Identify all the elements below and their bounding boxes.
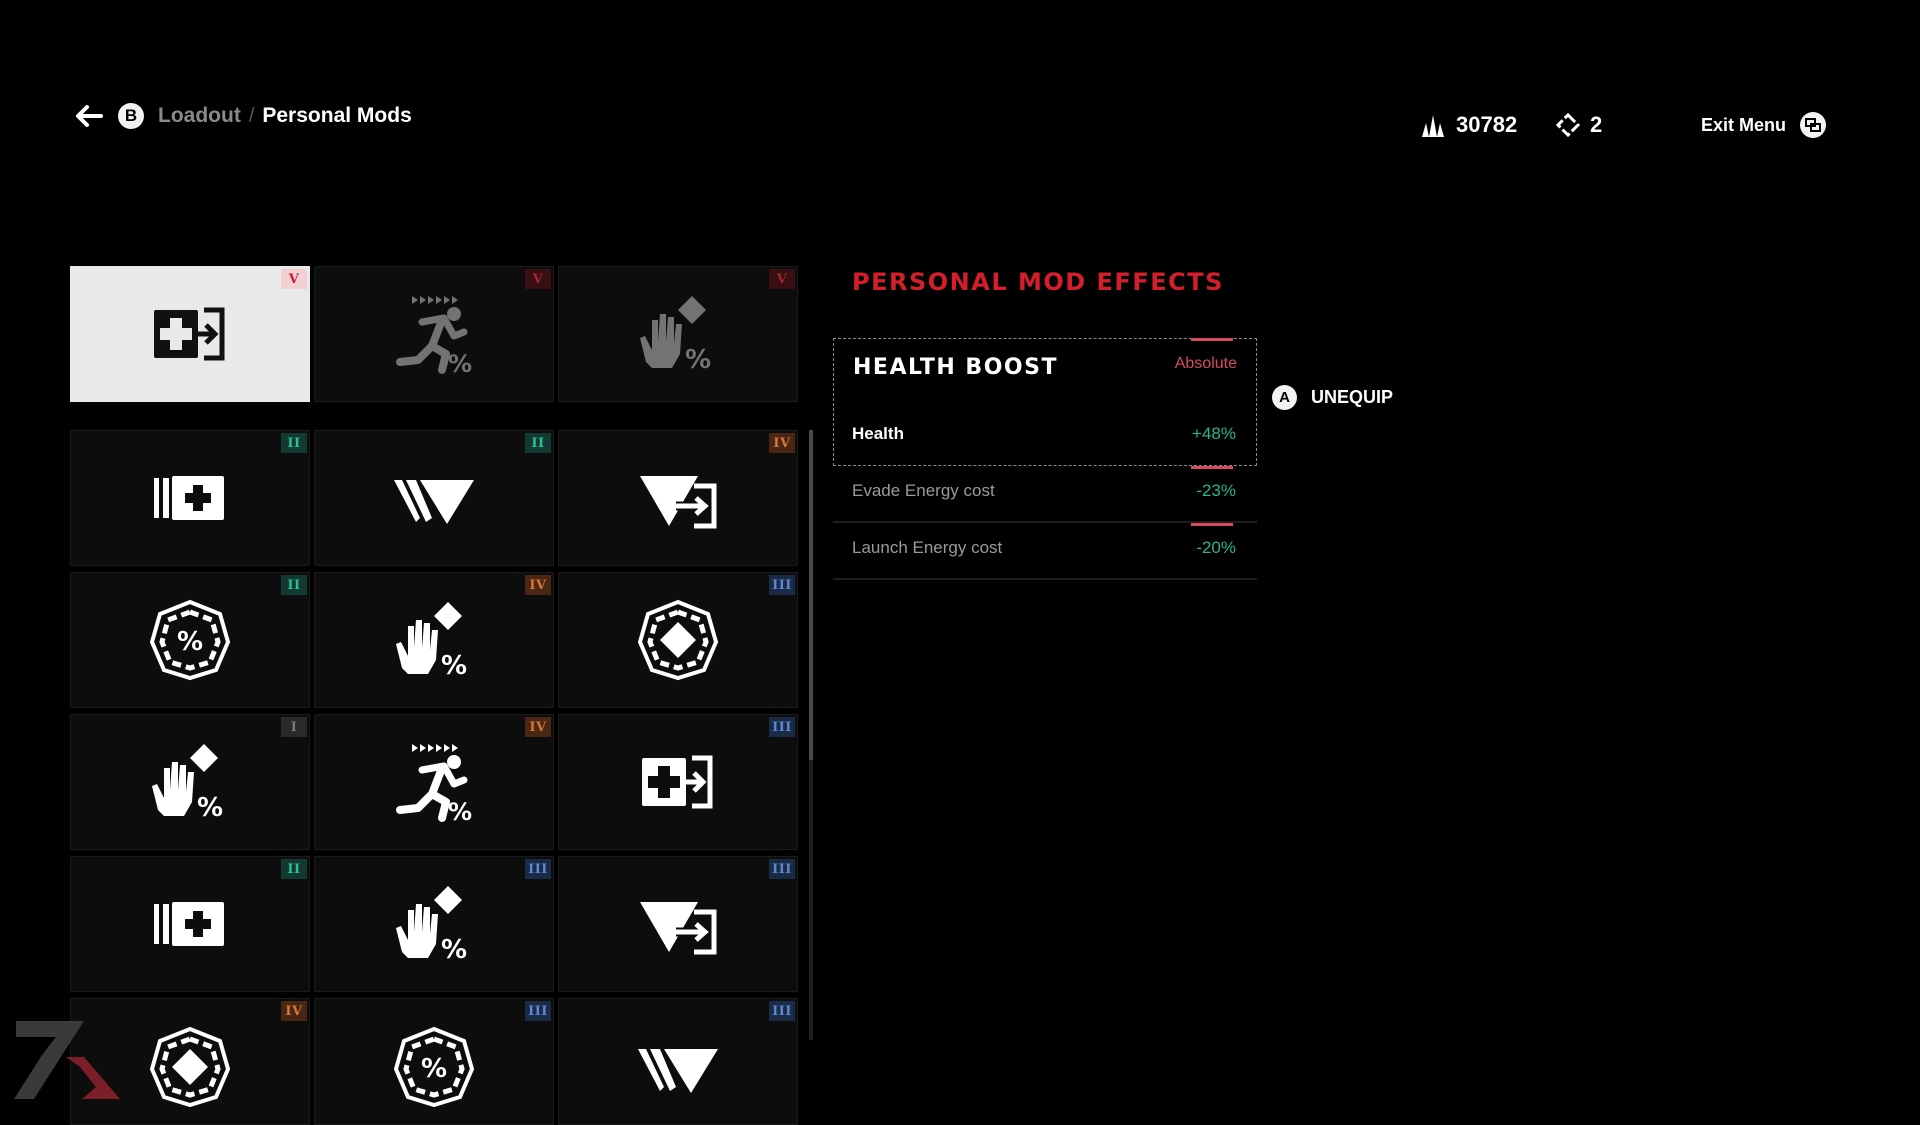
unequip-label: UNEQUIP bbox=[1311, 387, 1394, 407]
inventory-mod-tile[interactable]: III bbox=[314, 998, 554, 1125]
stat-marker bbox=[1191, 466, 1233, 469]
exit-menu-button[interactable]: Exit Menu bbox=[1701, 112, 1826, 138]
watermark-logo bbox=[14, 1021, 120, 1099]
sprint-percent-icon bbox=[392, 292, 476, 376]
evade-triangle-icon bbox=[636, 1025, 720, 1109]
inventory-mod-tile[interactable]: II bbox=[70, 856, 310, 992]
tier-badge: II bbox=[281, 433, 307, 453]
triangle-launch-icon bbox=[636, 456, 720, 540]
tier-badge: III bbox=[769, 575, 795, 595]
tier-badge: III bbox=[525, 1001, 551, 1021]
token-counter: 2 bbox=[1556, 112, 1602, 138]
scrollbar-thumb[interactable] bbox=[809, 430, 813, 760]
stat-label: Launch Energy cost bbox=[852, 538, 1003, 557]
tier-badge: IV bbox=[769, 433, 795, 453]
breadcrumb-current: Personal Mods bbox=[262, 104, 412, 127]
inventory-mod-tile[interactable]: I bbox=[70, 714, 310, 850]
stat-label: Health bbox=[852, 424, 904, 443]
breadcrumb: B Loadout / Personal Mods bbox=[74, 100, 412, 132]
inventory-mod-tile[interactable]: II bbox=[70, 572, 310, 708]
divider bbox=[833, 578, 1257, 580]
inventory-mod-tile[interactable]: III bbox=[558, 998, 798, 1125]
inventory-mod-tile[interactable]: IV bbox=[314, 714, 554, 850]
equipped-slot-2[interactable]: V bbox=[314, 266, 554, 402]
triangle-launch-icon bbox=[636, 882, 720, 966]
tier-badge: III bbox=[769, 717, 795, 737]
panel-title: PERSONAL MOD EFFECTS bbox=[852, 268, 1224, 296]
health-boost-icon bbox=[636, 740, 720, 824]
token-value: 2 bbox=[1590, 112, 1603, 137]
tier-badge: II bbox=[525, 433, 551, 453]
tier-badge: IV bbox=[281, 1001, 307, 1021]
tier-badge: III bbox=[769, 1001, 795, 1021]
tier-badge: V bbox=[525, 269, 551, 289]
tier-badge: V bbox=[281, 269, 307, 289]
percent-gear-icon bbox=[392, 1025, 476, 1109]
diamond-gear-icon bbox=[636, 598, 720, 682]
selected-mod-card: HEALTH BOOST Absolute bbox=[833, 338, 1257, 466]
inventory-scrollbar[interactable] bbox=[809, 430, 813, 1040]
back-arrow-icon[interactable] bbox=[74, 101, 104, 131]
grab-diamond-percent-icon bbox=[636, 292, 720, 376]
inventory-mod-tile[interactable]: III bbox=[558, 572, 798, 708]
breadcrumb-loadout[interactable]: Loadout bbox=[158, 104, 241, 128]
stat-value: -20% bbox=[1196, 538, 1236, 557]
stat-value: -23% bbox=[1196, 481, 1236, 500]
breadcrumb-separator: / bbox=[248, 104, 255, 127]
equipped-slot-1[interactable]: V bbox=[70, 266, 310, 402]
diamond-token-icon bbox=[1556, 113, 1580, 137]
inventory-mod-tile[interactable]: III bbox=[314, 856, 554, 992]
inventory-mod-tile[interactable]: III bbox=[558, 856, 798, 992]
unequip-button[interactable]: A UNEQUIP bbox=[1272, 385, 1393, 410]
b-button-icon[interactable]: B bbox=[118, 103, 144, 129]
sprint-percent-icon bbox=[392, 740, 476, 824]
spires-icon bbox=[1422, 115, 1444, 137]
mod-type-label: Absolute bbox=[1174, 355, 1237, 372]
inventory-mod-tile[interactable]: IV bbox=[314, 572, 554, 708]
stat-marker bbox=[1191, 338, 1233, 341]
grab-diamond-percent-icon bbox=[148, 740, 232, 824]
stat-label: Evade Energy cost bbox=[852, 481, 995, 500]
tier-badge: I bbox=[281, 717, 307, 737]
tier-badge: IV bbox=[525, 717, 551, 737]
mod-name: HEALTH BOOST bbox=[853, 355, 1058, 380]
tier-badge: III bbox=[525, 859, 551, 879]
inventory-mod-tile[interactable]: II bbox=[314, 430, 554, 566]
tier-badge: II bbox=[281, 859, 307, 879]
inventory-mod-tile[interactable]: II bbox=[70, 430, 310, 566]
tier-badge: III bbox=[769, 859, 795, 879]
inventory-mod-tile[interactable]: IV bbox=[558, 430, 798, 566]
a-button-icon: A bbox=[1272, 385, 1297, 410]
tier-badge: IV bbox=[525, 575, 551, 595]
health-bars-icon bbox=[148, 456, 232, 540]
health-boost-icon bbox=[148, 292, 232, 376]
grab-diamond-percent-icon bbox=[392, 882, 476, 966]
percent-gear-icon bbox=[148, 598, 232, 682]
diamond-gear-icon bbox=[148, 1025, 232, 1109]
equipped-slot-3[interactable]: V bbox=[558, 266, 798, 402]
currency-counter: 30782 bbox=[1420, 112, 1517, 138]
currency-value: 30782 bbox=[1456, 112, 1518, 137]
evade-triangle-icon bbox=[392, 456, 476, 540]
exit-menu-label: Exit Menu bbox=[1700, 114, 1786, 135]
tier-badge: II bbox=[281, 575, 307, 595]
grab-diamond-percent-icon bbox=[392, 598, 476, 682]
view-button-icon bbox=[1800, 112, 1826, 138]
health-bars-icon bbox=[148, 882, 232, 966]
inventory-mod-tile[interactable]: III bbox=[558, 714, 798, 850]
tier-badge: V bbox=[769, 269, 795, 289]
stat-marker bbox=[1191, 523, 1233, 526]
stat-value: +48% bbox=[1192, 424, 1236, 443]
